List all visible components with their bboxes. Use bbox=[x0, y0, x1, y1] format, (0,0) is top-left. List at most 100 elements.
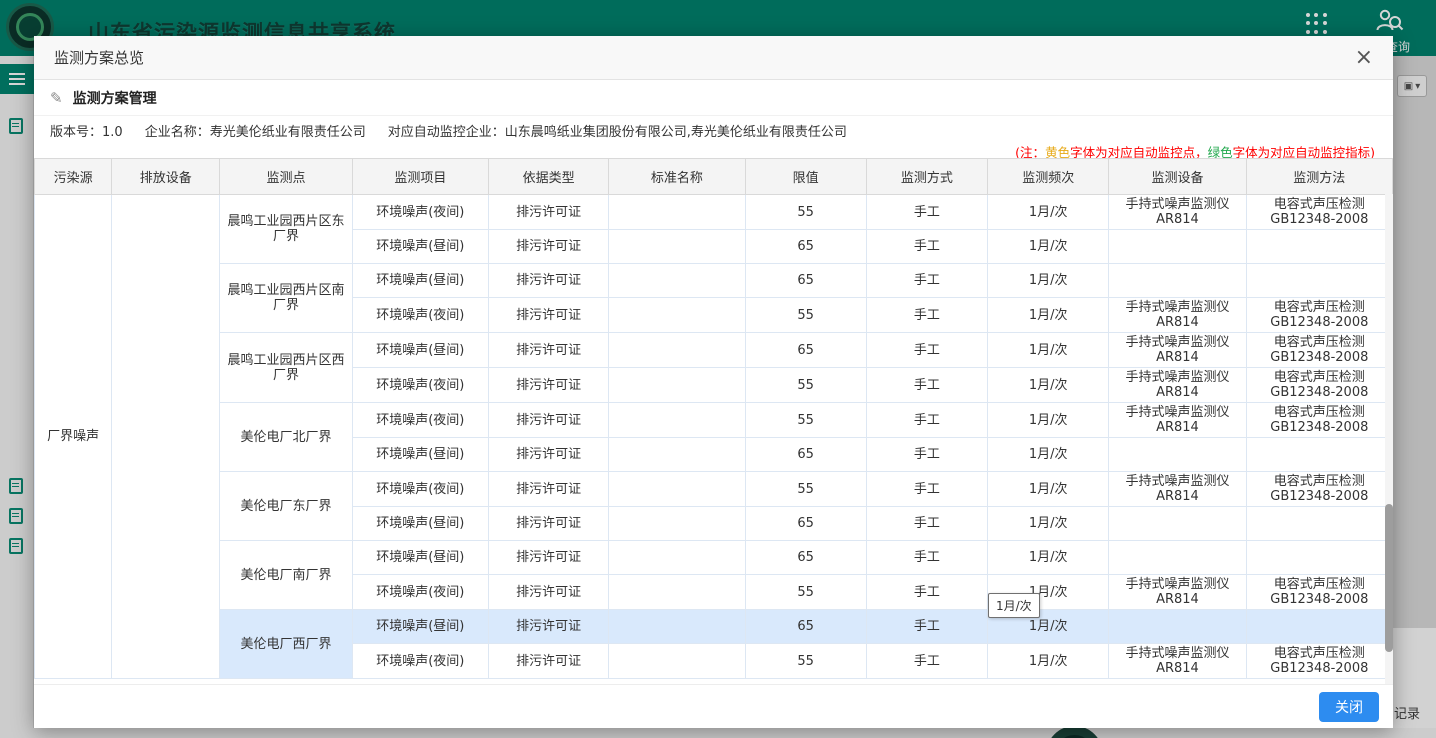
monitor-item-cell: 环境噪声(昼间) bbox=[352, 230, 488, 264]
table-scrollbar-thumb[interactable] bbox=[1385, 504, 1393, 652]
monitor-mode-cell: 手工 bbox=[866, 264, 987, 298]
table-row[interactable]: 美伦电厂北厂界环境噪声(夜间)排污许可证55手工1月/次手持式噪声监测仪 AR8… bbox=[35, 403, 1393, 438]
monitor-point-cell: 晨鸣工业园西片区东厂界 bbox=[220, 195, 352, 264]
monitor-frequency-cell: 1月/次 bbox=[988, 230, 1109, 264]
monitor-frequency-cell: 1月/次 bbox=[988, 333, 1109, 368]
monitor-device-cell: 手持式噪声监测仪 AR814 bbox=[1109, 575, 1246, 610]
basis-type-cell: 排污许可证 bbox=[488, 230, 608, 264]
monitor-device-cell bbox=[1109, 610, 1246, 644]
table-row[interactable]: 美伦电厂东厂界环境噪声(夜间)排污许可证55手工1月/次手持式噪声监测仪 AR8… bbox=[35, 472, 1393, 507]
basis-type-cell: 排污许可证 bbox=[488, 507, 608, 541]
col-header: 监测设备 bbox=[1109, 159, 1246, 195]
monitor-mode-cell: 手工 bbox=[866, 507, 987, 541]
frequency-tooltip: 1月/次 bbox=[988, 593, 1040, 618]
col-header: 依据类型 bbox=[488, 159, 608, 195]
monitor-item-cell: 环境噪声(昼间) bbox=[352, 333, 488, 368]
col-header: 排放设备 bbox=[112, 159, 220, 195]
monitor-item-cell: 环境噪声(夜间) bbox=[352, 472, 488, 507]
table-scrollbar-track[interactable] bbox=[1385, 194, 1393, 684]
monitor-item-cell: 环境噪声(夜间) bbox=[352, 644, 488, 679]
limit-value-cell: 55 bbox=[745, 644, 866, 679]
monitor-point-cell: 美伦电厂南厂界 bbox=[220, 541, 352, 610]
plan-table: 污染源 排放设备 监测点 监测项目 依据类型 标准名称 限值 监测方式 监测频次… bbox=[34, 158, 1393, 679]
standard-name-cell bbox=[609, 472, 745, 507]
limit-value-cell: 55 bbox=[745, 575, 866, 610]
basis-type-cell: 排污许可证 bbox=[488, 298, 608, 333]
section-title: 监测方案管理 bbox=[73, 88, 157, 108]
standard-name-cell bbox=[609, 403, 745, 438]
close-button[interactable]: 关闭 bbox=[1319, 692, 1379, 722]
standard-name-cell bbox=[609, 264, 745, 298]
monitor-point-cell: 美伦电厂北厂界 bbox=[220, 403, 352, 472]
version-label: 版本号：1.0 bbox=[50, 125, 123, 140]
basis-type-cell: 排污许可证 bbox=[488, 644, 608, 679]
col-header: 监测方式 bbox=[866, 159, 987, 195]
monitor-mode-cell: 手工 bbox=[866, 333, 987, 368]
standard-name-cell bbox=[609, 195, 745, 230]
plan-info-line: 版本号：1.0 企业名称：寿光美伦纸业有限责任公司 对应自动监控企业：山东晨鸣纸业集… bbox=[50, 121, 1377, 140]
table-row[interactable]: 美伦电厂南厂界环境噪声(昼间)排污许可证65手工1月/次 bbox=[35, 541, 1393, 575]
monitor-method-cell bbox=[1246, 541, 1392, 575]
monitor-mode-cell: 手工 bbox=[866, 610, 987, 644]
standard-name-cell bbox=[609, 333, 745, 368]
monitor-point-cell: 美伦电厂西厂界 bbox=[220, 610, 352, 679]
monitor-method-cell: 电容式声压检测 GB12348-2008 bbox=[1246, 298, 1392, 333]
table-row[interactable]: 晨鸣工业园西片区西厂界环境噪声(昼间)排污许可证65手工1月/次手持式噪声监测仪… bbox=[35, 333, 1393, 368]
monitor-device-cell: 手持式噪声监测仪 AR814 bbox=[1109, 368, 1246, 403]
close-icon[interactable]: × bbox=[1355, 47, 1373, 69]
monitor-frequency-cell: 1月/次 bbox=[988, 438, 1109, 472]
basis-type-cell: 排污许可证 bbox=[488, 541, 608, 575]
col-header: 污染源 bbox=[35, 159, 112, 195]
monitor-mode-cell: 手工 bbox=[866, 472, 987, 507]
monitor-method-cell: 电容式声压检测 GB12348-2008 bbox=[1246, 403, 1392, 438]
monitor-item-cell: 环境噪声(昼间) bbox=[352, 541, 488, 575]
monitor-method-cell: 电容式声压检测 GB12348-2008 bbox=[1246, 644, 1392, 679]
company-label: 企业名称：寿光美伦纸业有限责任公司 bbox=[145, 125, 366, 140]
monitor-method-cell bbox=[1246, 507, 1392, 541]
modal-header: 监测方案总览 × bbox=[34, 36, 1393, 80]
limit-value-cell: 55 bbox=[745, 472, 866, 507]
auto-company-label: 对应自动监控企业：山东晨鸣纸业集团股份有限公司,寿光美伦纸业有限责任公司 bbox=[388, 125, 847, 140]
discharge-device-cell bbox=[112, 195, 220, 679]
monitor-device-cell bbox=[1109, 541, 1246, 575]
table-row[interactable]: 厂界噪声晨鸣工业园西片区东厂界环境噪声(夜间)排污许可证55手工1月/次手持式噪… bbox=[35, 195, 1393, 230]
monitor-device-cell: 手持式噪声监测仪 AR814 bbox=[1109, 195, 1246, 230]
monitor-item-cell: 环境噪声(昼间) bbox=[352, 264, 488, 298]
monitor-item-cell: 环境噪声(夜间) bbox=[352, 575, 488, 610]
monitor-mode-cell: 手工 bbox=[866, 575, 987, 610]
limit-value-cell: 65 bbox=[745, 264, 866, 298]
pencil-icon: ✎ bbox=[50, 89, 63, 107]
monitor-mode-cell: 手工 bbox=[866, 230, 987, 264]
monitor-frequency-cell: 1月/次 bbox=[988, 264, 1109, 298]
monitor-mode-cell: 手工 bbox=[866, 195, 987, 230]
standard-name-cell bbox=[609, 368, 745, 403]
basis-type-cell: 排污许可证 bbox=[488, 368, 608, 403]
table-header-row: 污染源 排放设备 监测点 监测项目 依据类型 标准名称 限值 监测方式 监测频次… bbox=[35, 159, 1393, 195]
col-header: 监测方法 bbox=[1246, 159, 1392, 195]
table-row[interactable]: 美伦电厂西厂界环境噪声(昼间)排污许可证65手工1月/次 bbox=[35, 610, 1393, 644]
basis-type-cell: 排污许可证 bbox=[488, 575, 608, 610]
basis-type-cell: 排污许可证 bbox=[488, 195, 608, 230]
monitor-device-cell bbox=[1109, 507, 1246, 541]
plan-table-body: 厂界噪声晨鸣工业园西片区东厂界环境噪声(夜间)排污许可证55手工1月/次手持式噪… bbox=[35, 195, 1393, 679]
monitor-method-cell bbox=[1246, 230, 1392, 264]
standard-name-cell bbox=[609, 610, 745, 644]
standard-name-cell bbox=[609, 575, 745, 610]
col-header: 监测项目 bbox=[352, 159, 488, 195]
standard-name-cell bbox=[609, 298, 745, 333]
basis-type-cell: 排污许可证 bbox=[488, 472, 608, 507]
monitor-frequency-cell: 1月/次 bbox=[988, 368, 1109, 403]
monitor-item-cell: 环境噪声(夜间) bbox=[352, 403, 488, 438]
standard-name-cell bbox=[609, 507, 745, 541]
monitor-method-cell bbox=[1246, 610, 1392, 644]
pollution-source-cell: 厂界噪声 bbox=[35, 195, 112, 679]
limit-value-cell: 55 bbox=[745, 403, 866, 438]
monitor-device-cell: 手持式噪声监测仪 AR814 bbox=[1109, 403, 1246, 438]
monitor-point-cell: 晨鸣工业园西片区南厂界 bbox=[220, 264, 352, 333]
monitor-frequency-cell: 1月/次 bbox=[988, 472, 1109, 507]
limit-value-cell: 55 bbox=[745, 368, 866, 403]
monitor-mode-cell: 手工 bbox=[866, 403, 987, 438]
table-row[interactable]: 晨鸣工业园西片区南厂界环境噪声(昼间)排污许可证65手工1月/次 bbox=[35, 264, 1393, 298]
basis-type-cell: 排污许可证 bbox=[488, 438, 608, 472]
limit-value-cell: 55 bbox=[745, 298, 866, 333]
